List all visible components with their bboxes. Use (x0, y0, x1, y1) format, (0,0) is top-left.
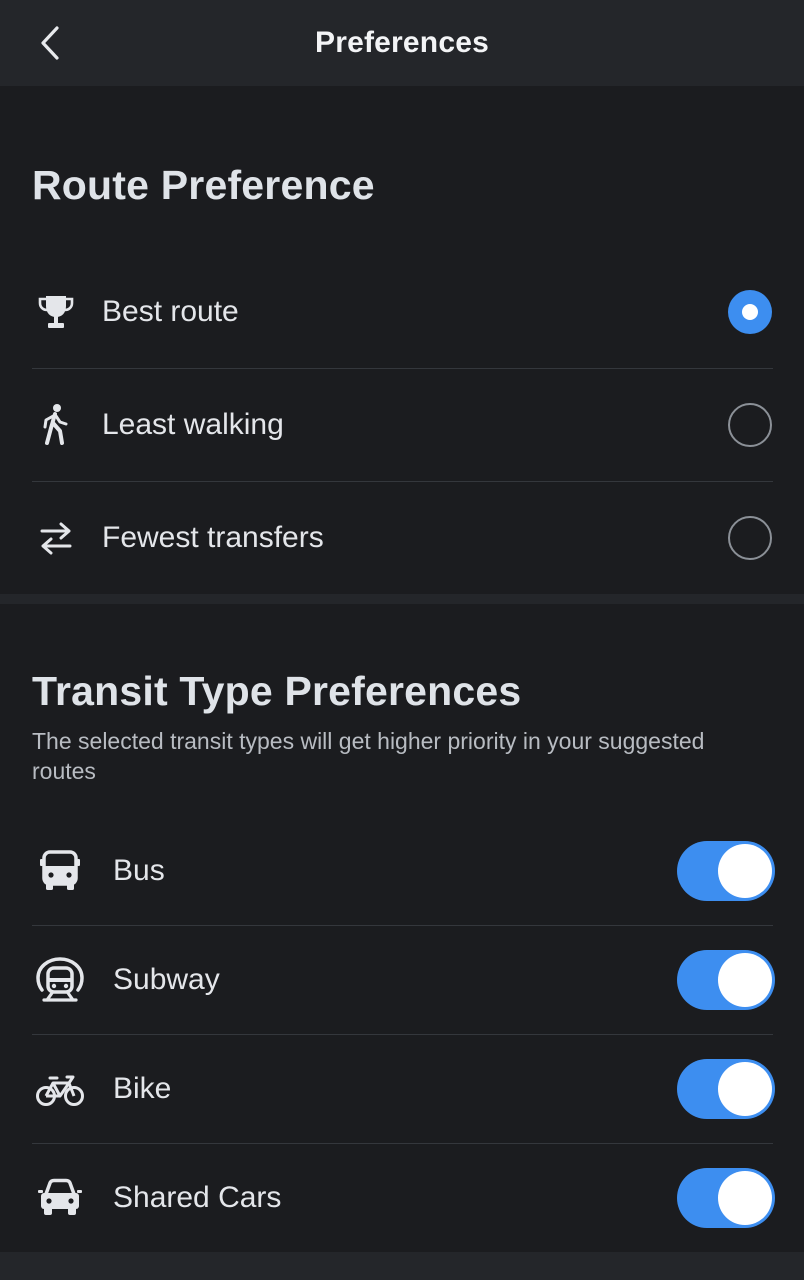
bike-icon (36, 1065, 84, 1113)
subway-toggle[interactable] (677, 950, 775, 1010)
transit-item-subway[interactable]: Subway (32, 926, 775, 1035)
transit-type-description: The selected transit types will get high… (32, 728, 705, 784)
bottom-section-divider (0, 1252, 804, 1280)
bus-icon (36, 847, 84, 895)
toggle-knob (718, 1171, 772, 1225)
route-preference-title: Route Preference (32, 162, 375, 208)
transit-item-bus[interactable]: Bus (32, 817, 775, 926)
transfer-arrows-icon (32, 514, 80, 562)
toggle-knob (718, 844, 772, 898)
toggle-knob (718, 1062, 772, 1116)
transit-type-section: Transit Type Preferences The selected tr… (0, 604, 804, 1252)
chevron-left-icon (41, 26, 59, 60)
radio-unselected[interactable] (728, 403, 772, 447)
page-title: Preferences (315, 26, 489, 59)
route-option-best-route[interactable]: Best route (32, 256, 773, 369)
transit-item-label: Bus (113, 854, 165, 887)
bus-toggle[interactable] (677, 841, 775, 901)
transit-item-label: Subway (113, 963, 220, 996)
route-option-label: Fewest transfers (102, 521, 324, 554)
top-app-bar: Preferences (0, 0, 804, 86)
section-divider (0, 594, 804, 604)
radio-unselected[interactable] (728, 516, 772, 560)
transit-type-title: Transit Type Preferences (32, 668, 522, 714)
shared-cars-toggle[interactable] (677, 1168, 775, 1228)
subway-icon (36, 956, 84, 1004)
transit-item-bike[interactable]: Bike (32, 1035, 775, 1144)
walking-person-icon (32, 401, 80, 449)
route-option-label: Least walking (102, 408, 284, 441)
route-option-label: Best route (102, 295, 239, 328)
transit-item-label: Bike (113, 1072, 172, 1105)
transit-item-label: Shared Cars (113, 1181, 282, 1214)
toggle-knob (718, 953, 772, 1007)
route-option-least-walking[interactable]: Least walking (32, 369, 773, 482)
route-preference-section: Route Preference Best route Least walkin… (0, 86, 804, 594)
car-icon (36, 1174, 84, 1222)
radio-selected[interactable] (728, 290, 772, 334)
transit-item-shared-cars[interactable]: Shared Cars (32, 1144, 775, 1252)
route-option-fewest-transfers[interactable]: Fewest transfers (32, 482, 773, 594)
trophy-icon (32, 288, 80, 336)
back-button[interactable] (22, 14, 78, 72)
bike-toggle[interactable] (677, 1059, 775, 1119)
